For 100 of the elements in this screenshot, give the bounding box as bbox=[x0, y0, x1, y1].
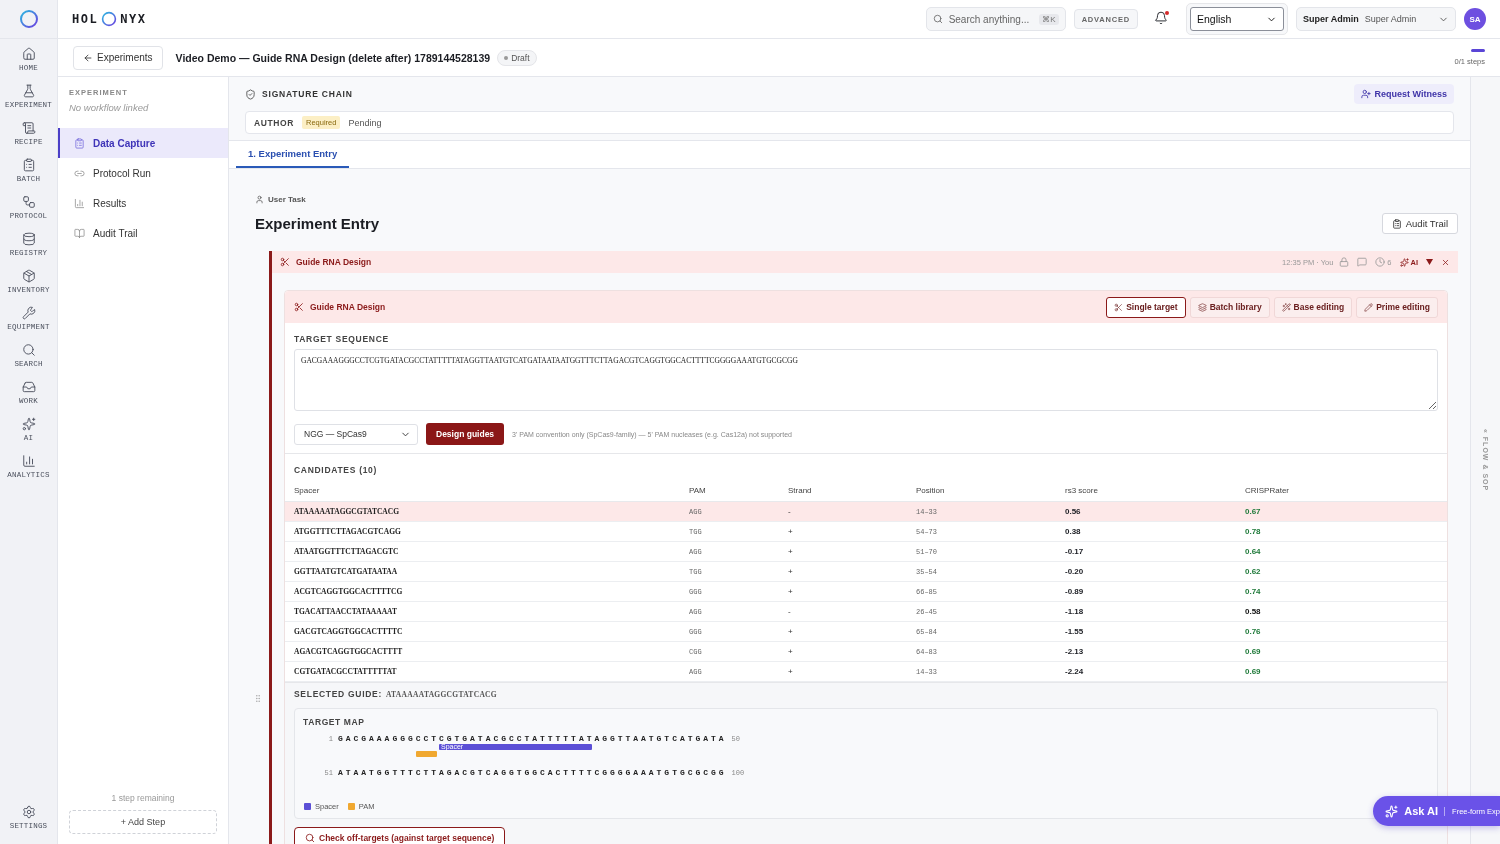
score-cell-text: 0.67 bbox=[1245, 507, 1262, 516]
score-cell-text: -1.18 bbox=[1065, 607, 1085, 616]
score-cell-text: -0.17 bbox=[1065, 547, 1085, 556]
logo-text: HOL bbox=[72, 12, 99, 26]
column-header: Position bbox=[916, 486, 946, 495]
database-icon bbox=[21, 232, 36, 246]
step-indicator bbox=[1471, 49, 1485, 52]
wand-icon bbox=[1281, 302, 1291, 312]
section-title: CANDIDATES (10) bbox=[293, 464, 379, 477]
book-icon bbox=[74, 227, 85, 239]
bar-chart-icon bbox=[21, 454, 36, 468]
mode-button[interactable]: Single target bbox=[1106, 296, 1186, 318]
pam-bar bbox=[415, 751, 437, 757]
mode-button[interactable]: Prime editing bbox=[1356, 296, 1438, 318]
shortcut-hint: ⌘K bbox=[1039, 13, 1059, 25]
search-field[interactable]: Search anything... ⌘K bbox=[925, 7, 1066, 31]
score-cell-text: -0.20 bbox=[1065, 567, 1085, 576]
bell-icon[interactable] bbox=[1154, 11, 1168, 25]
strand-cell-text: + bbox=[788, 667, 794, 676]
lock-icon[interactable] bbox=[1339, 257, 1350, 267]
logo-o-icon bbox=[101, 11, 118, 27]
experiment-title: Video Demo — Guide RNA Design (delete after) 1789144528139 bbox=[175, 51, 491, 64]
logo-ring-icon bbox=[18, 9, 39, 29]
layers-icon bbox=[1197, 302, 1207, 312]
score-cell-text: 0.74 bbox=[1245, 587, 1262, 596]
user-avatar[interactable]: SA bbox=[1464, 8, 1486, 30]
sparkles-icon bbox=[1399, 257, 1409, 267]
steps-remaining: 1 step remaining bbox=[110, 793, 176, 803]
clipboard-icon bbox=[74, 137, 85, 149]
strand-cell-text: + bbox=[788, 547, 794, 556]
score-cell-text: 0.78 bbox=[1245, 527, 1262, 536]
score-cell-text: -0.89 bbox=[1065, 587, 1085, 596]
close-icon[interactable] bbox=[1441, 257, 1450, 267]
score-cell-text: 0.64 bbox=[1245, 547, 1262, 556]
section-title: SIGNATURE CHAIN bbox=[262, 89, 353, 99]
back-button[interactable]: Experiments bbox=[73, 45, 163, 70]
grip-icon[interactable] bbox=[256, 695, 260, 702]
arrow-left-icon bbox=[83, 52, 93, 63]
tool-title: Guide RNA Design bbox=[310, 302, 386, 312]
nodes-icon bbox=[21, 195, 36, 209]
score-cell-text: 0.38 bbox=[1065, 527, 1082, 536]
column-header: Spacer bbox=[294, 486, 321, 495]
map-title: TARGET MAP bbox=[303, 717, 366, 727]
score-cell-text: 0.62 bbox=[1245, 567, 1262, 576]
audit-trail-button[interactable]: Audit Trail bbox=[1381, 213, 1458, 234]
bar-chart-icon bbox=[74, 197, 85, 209]
sparkles-icon bbox=[21, 417, 36, 431]
strand-cell-text: + bbox=[788, 647, 794, 656]
clipboard-icon bbox=[21, 158, 36, 172]
user-plus-icon bbox=[1360, 89, 1371, 99]
step-tab[interactable]: 1. Experiment Entry bbox=[236, 141, 350, 168]
strand-cell-text: + bbox=[788, 587, 794, 596]
mode-button[interactable]: Base editing bbox=[1273, 296, 1353, 318]
language-select[interactable]: English bbox=[1190, 7, 1284, 31]
scissors-icon bbox=[1114, 302, 1124, 312]
clock-icon[interactable] bbox=[1375, 257, 1386, 267]
task-title: Experiment Entry bbox=[255, 215, 380, 232]
field-label: TARGET SEQUENCE bbox=[293, 333, 390, 346]
score-cell-text: 0.58 bbox=[1245, 607, 1262, 616]
nuclease-select[interactable]: NGG — SpCas9 bbox=[294, 423, 418, 445]
scissors-icon bbox=[294, 302, 304, 312]
design-guides-button[interactable]: Design guides bbox=[426, 423, 505, 445]
strand-cell-text: + bbox=[788, 567, 794, 576]
search-icon bbox=[305, 832, 315, 843]
user-select[interactable]: Super Admin Super Admin bbox=[1296, 7, 1456, 31]
score-cell-text: 0.56 bbox=[1065, 507, 1082, 516]
signature-status: Pending bbox=[348, 117, 382, 128]
comment-icon[interactable] bbox=[1357, 257, 1368, 267]
step-nav-item[interactable]: Protocol Run bbox=[58, 158, 228, 188]
block-title: Guide RNA Design bbox=[296, 257, 372, 267]
logo-text: NYX bbox=[120, 12, 147, 26]
column-header: Strand bbox=[788, 486, 813, 495]
clipboard-icon bbox=[1391, 218, 1402, 229]
wrench-icon bbox=[21, 306, 36, 320]
mode-button[interactable]: Batch library bbox=[1189, 296, 1270, 318]
search-icon bbox=[21, 343, 36, 357]
step-nav-item[interactable]: Audit Trail bbox=[58, 218, 228, 248]
panel-subtitle: No workflow linked bbox=[68, 101, 150, 115]
request-witness-button[interactable]: Request Witness bbox=[1353, 84, 1454, 104]
signer-role: AUTHOR bbox=[254, 117, 294, 128]
off-targets-button[interactable]: Check off-targets (against target sequence) bbox=[294, 827, 506, 844]
task-type: User Task bbox=[268, 195, 306, 204]
collapse-icon[interactable] bbox=[1426, 259, 1433, 265]
sparkles-icon bbox=[1385, 804, 1399, 818]
strand-cell-text: - bbox=[788, 607, 792, 616]
column-header: PAM bbox=[689, 486, 707, 495]
status-badge: Draft bbox=[497, 49, 537, 66]
add-step-button[interactable]: + Add Step bbox=[69, 810, 217, 834]
step-nav-item[interactable]: Data Capture bbox=[58, 128, 228, 158]
pencil-icon bbox=[1364, 302, 1374, 312]
home-icon bbox=[21, 47, 36, 61]
box-icon bbox=[21, 269, 36, 283]
strand-cell-text: + bbox=[788, 527, 794, 536]
score-cell-text: -2.13 bbox=[1065, 647, 1085, 656]
shield-icon bbox=[245, 88, 256, 100]
flask-icon bbox=[21, 84, 36, 98]
score-cell-text: -2.24 bbox=[1065, 667, 1085, 676]
score-cell-text: 0.76 bbox=[1245, 627, 1262, 636]
step-nav-item[interactable]: Results bbox=[58, 188, 228, 218]
scissors-icon bbox=[280, 257, 290, 267]
